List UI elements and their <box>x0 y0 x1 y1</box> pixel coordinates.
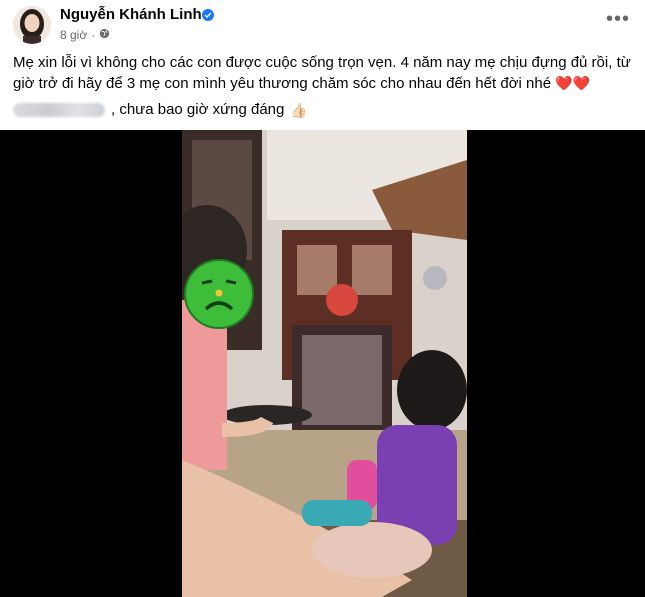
separator-dot: · <box>91 28 96 42</box>
blurred-mention <box>13 103 105 117</box>
post-time[interactable]: 8 giờ <box>60 28 87 42</box>
video-scene <box>182 130 467 597</box>
video-player[interactable] <box>0 130 645 597</box>
post-text-second-line: , chưa bao giờ xứng đáng 👍🏻 <box>13 100 308 120</box>
author-name[interactable]: Nguyễn Khánh Linh <box>60 6 202 23</box>
globe-icon[interactable] <box>99 28 110 42</box>
author-avatar[interactable] <box>13 6 51 44</box>
post-header: Nguyễn Khánh Linh 8 giờ · ••• <box>0 0 645 50</box>
sad-face-sticker-icon <box>182 257 256 331</box>
verified-badge-icon <box>202 9 214 21</box>
more-horizontal-icon[interactable]: ••• <box>606 9 630 32</box>
post-meta: 8 giờ · <box>60 28 110 42</box>
post-text-main: Mẹ xin lỗi vì không cho các con được cuộ… <box>13 54 631 92</box>
hearts-emoji: ❤️❤️ <box>555 75 591 91</box>
avatar-image <box>13 6 51 44</box>
thumbs-up-emoji: 👍🏻 <box>290 102 308 118</box>
post-text: Mẹ xin lỗi vì không cho các con được cuộ… <box>13 52 633 94</box>
video-frame[interactable] <box>182 130 467 597</box>
post-text-second: , chưa bao giờ xứng đáng <box>111 101 285 118</box>
